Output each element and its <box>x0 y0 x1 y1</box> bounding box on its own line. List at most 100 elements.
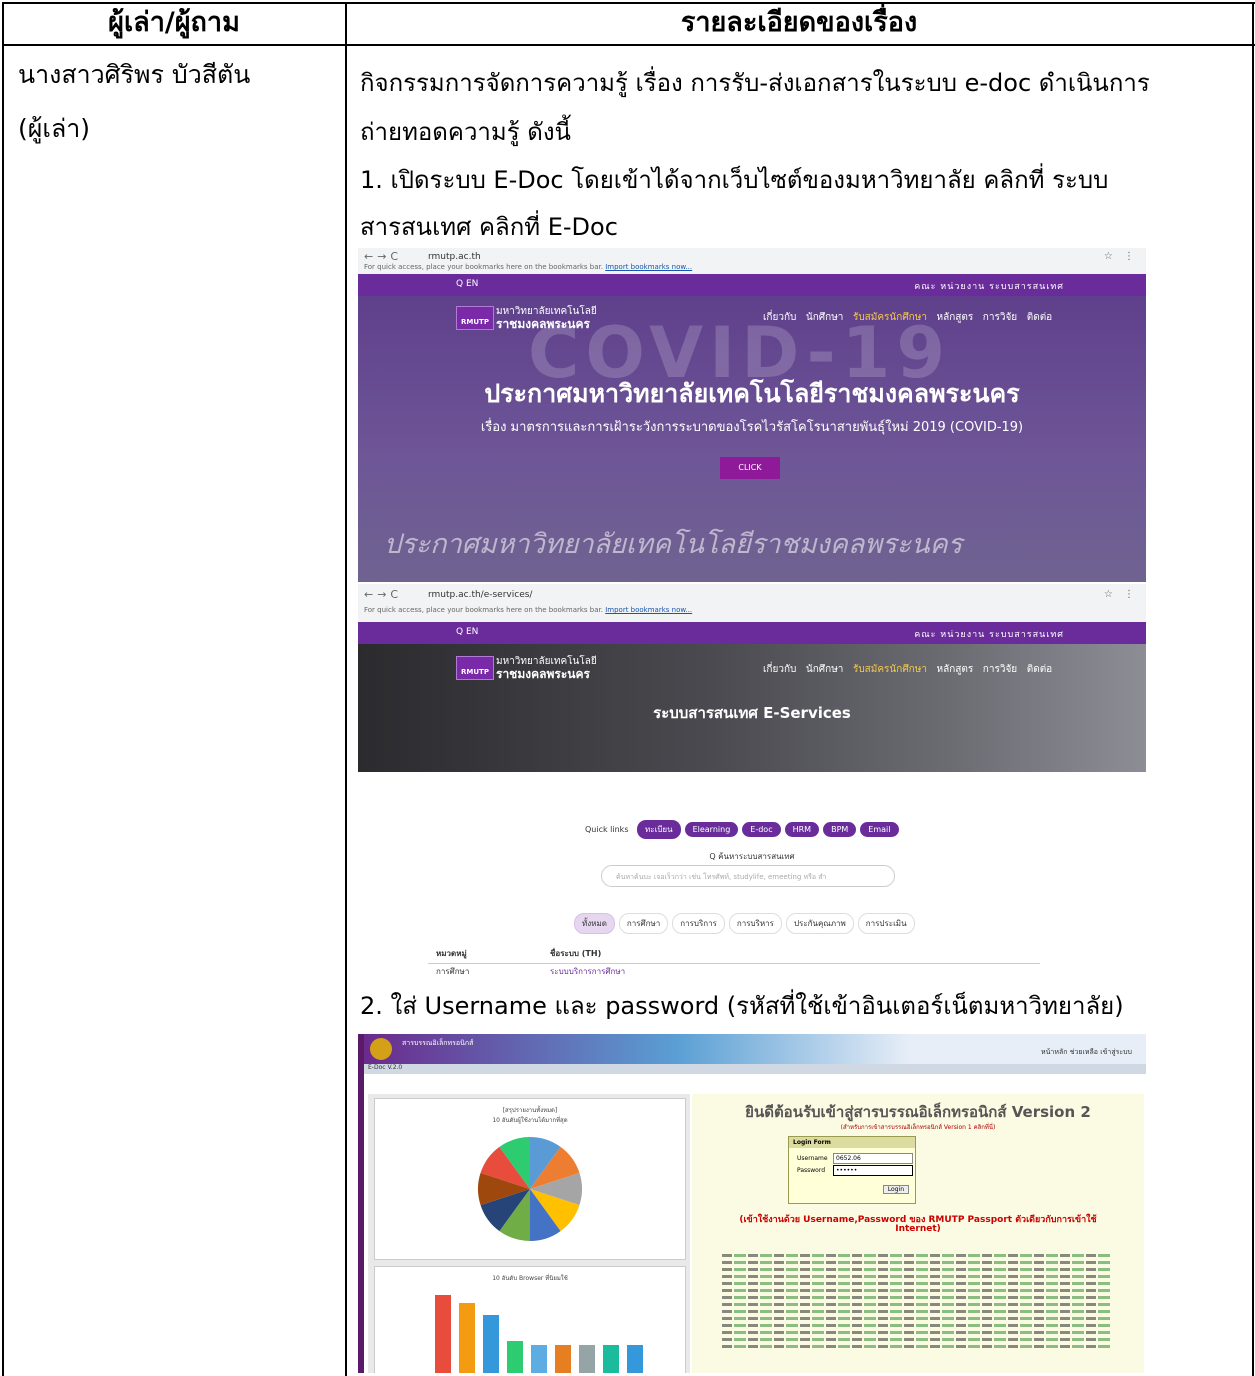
edoc-header-links[interactable]: หน้าหลัก ช่วยเหลือ เข้าสู่ระบบ <box>1041 1047 1132 1058</box>
search-lang-toggle[interactable]: Q EN <box>456 279 478 289</box>
header-narrator: ผู้เล่า/ผู้ถาม <box>108 7 240 38</box>
tab-evaluation[interactable]: การประเมิน <box>857 913 915 934</box>
systems-table: หมวดหมู่ ชื่อระบบ (TH) การศึกษา ระบบบริก… <box>428 945 1040 980</box>
browser-nav-icons[interactable]: ←→C <box>364 250 402 263</box>
browser-bar <box>627 1345 643 1373</box>
eservices-title: ระบบสารสนเทศ E-Services <box>653 704 851 722</box>
step-2-text: 2. ใส่ Username และ password (รหัสที่ใช้… <box>360 992 1124 1020</box>
nav2-admission[interactable]: รับสมัครนักศึกษา <box>853 664 927 675</box>
stats-panel: [สรุปรายงานทั้งหมด] 10 อันดับผู้ใช้งานได… <box>368 1094 690 1373</box>
quick-link-hrm[interactable]: HRM <box>784 822 820 837</box>
username-label: Username <box>797 1155 828 1162</box>
nav2-about[interactable]: เกี่ยวกับ <box>763 664 796 675</box>
filter-tabs: ทั้งหมด การศึกษา การบริการ การบริหาร ประกันค… <box>574 911 919 934</box>
tab-management[interactable]: การบริหาร <box>728 913 782 934</box>
site-topbar: Q EN คณะ หน่วยงาน ระบบสารสนเทศ <box>358 274 1146 296</box>
search-label: Q ค้นหาระบบสารสนเทศ <box>709 852 795 861</box>
browser-nav-icons-2[interactable]: ←→C <box>364 588 402 601</box>
extension-icons[interactable]: ☆ ⋮ <box>1104 251 1138 262</box>
tab-education[interactable]: การศึกษา <box>618 913 669 934</box>
system-search-input[interactable]: ค้นหาค้นบะ เจอเร็วกว่า เช่น โทรศัพท์, st… <box>601 865 895 887</box>
header-details: รายละเอียดของเรื่อง <box>680 7 918 38</box>
col-category[interactable]: หมวดหมู่ <box>436 945 467 963</box>
nav2-curriculum[interactable]: หลักสูตร <box>936 664 973 675</box>
table-right-border <box>1252 2 1254 1376</box>
welcome-text: ยินดีต้อนรับเข้าสู่สารบรรณอิเล็กทรอนิกส์… <box>745 1103 1091 1121</box>
browser-bar <box>555 1345 571 1373</box>
rmutp-logo: RMUTP <box>456 306 494 330</box>
login-note-line-2: Internet) <box>895 1224 941 1234</box>
bookmarks-bar-1: For quick access, place your bookmarks h… <box>364 263 693 271</box>
click-button[interactable]: CLICK <box>720 457 780 479</box>
row-category: การศึกษา <box>436 967 470 976</box>
header-divider <box>2 44 1255 46</box>
browser-bar <box>435 1295 451 1373</box>
quick-link-elearning[interactable]: Elearning <box>684 822 739 837</box>
quick-link-email[interactable]: Email <box>860 822 899 837</box>
narrator-role: (ผู้เล่า) <box>18 114 91 143</box>
bottom-headline: ประกาศมหาวิทยาลัยเทคโนโลยีราชมงคลพระนคร <box>384 529 963 560</box>
systems-table-header: หมวดหมู่ ชื่อระบบ (TH) <box>428 945 1040 964</box>
nav2-research[interactable]: การวิจัย <box>983 664 1017 675</box>
tab-all[interactable]: ทั้งหมด <box>574 913 615 934</box>
login-form-title: Login Form <box>789 1137 915 1148</box>
extension-icons-2[interactable]: ☆ ⋮ <box>1104 589 1138 600</box>
password-input[interactable]: •••••• <box>833 1165 913 1176</box>
tab-service[interactable]: การบริการ <box>672 913 725 934</box>
edoc-header: สารบรรณอิเล็กทรอนิกส์ หน้าหลัก ช่วยเหลือ… <box>364 1034 1146 1064</box>
rmutp-logo-2: RMUTP <box>456 656 494 680</box>
bar-chart-panel: 10 อันดับ Browser ที่นิยมใช้ <box>374 1266 686 1373</box>
tab-quality[interactable]: ประกันคุณภาพ <box>785 913 854 934</box>
nav-item-contact[interactable]: ติดต่อ <box>1027 312 1053 323</box>
login-panel: ยินดีต้อนรับเข้าสู่สารบรรณอิเล็กทรอนิกส์… <box>692 1094 1144 1373</box>
logo-text-2: มหาวิทยาลัยเทคโนโลยี ราชมงคลพระนคร <box>496 656 597 681</box>
browser-bar <box>483 1315 499 1373</box>
university-seal-icon <box>370 1038 392 1060</box>
quick-link-registrar[interactable]: ทะเบียน <box>637 820 681 839</box>
login-form: Login Form Username 0652.06 Password •••… <box>788 1136 916 1204</box>
browser-bar <box>531 1345 547 1373</box>
paragraph-line-1: กิจกรรมการจัดการความรู้ เรื่อง การรับ-ส่… <box>360 69 1150 97</box>
main-nav-2: เกี่ยวกับ นักศึกษา รับสมัครนักศึกษา หลัก… <box>763 662 1052 677</box>
address-bar-1[interactable]: rmutp.ac.th <box>428 252 481 262</box>
bookmarks-bar-2: For quick access, place your bookmarks h… <box>364 606 693 614</box>
edoc-header-title: สารบรรณอิเล็กทรอนิกส์ <box>402 1039 474 1047</box>
username-input[interactable]: 0652.06 <box>833 1153 913 1164</box>
quick-link-bpm[interactable]: BPM <box>823 822 857 837</box>
announcement-headline: ประกาศมหาวิทยาลัยเทคโนโลยีราชมงคลพระนคร <box>484 379 1020 408</box>
eservices-hero: RMUTP มหาวิทยาลัยเทคโนโลยี ราชมงคลพระนคร… <box>358 644 1146 772</box>
address-bar-2[interactable]: rmutp.ac.th/e-services/ <box>428 590 532 600</box>
paragraph-line-2: ถ่ายทอดความรู้ ดังนี้ <box>360 118 571 146</box>
nav-item-research[interactable]: การวิจัย <box>983 312 1017 323</box>
version-tab[interactable]: E-Doc V.2.0 <box>368 1064 402 1071</box>
col-system[interactable]: ชื่อระบบ (TH) <box>550 945 601 963</box>
table-row[interactable]: การศึกษา ระบบบริการการศึกษา <box>428 964 1040 980</box>
screenshot-edoc-login: สารบรรณอิเล็กทรอนิกส์ หน้าหลัก ช่วยเหลือ… <box>358 1034 1146 1373</box>
screenshot-eservices: Q EN คณะ หน่วยงาน ระบบสารสนเทศ RMUTP มหา… <box>358 622 1146 980</box>
browser-chrome-2: ←→C rmutp.ac.th/e-services/ ☆ ⋮ For quic… <box>358 584 1146 623</box>
nav2-students[interactable]: นักศึกษา <box>806 664 844 675</box>
top-links-2[interactable]: คณะ หน่วยงาน ระบบสารสนเทศ <box>914 627 1064 641</box>
quick-links-row: Quick links ทะเบียน Elearning E-doc HRM BPM E… <box>585 820 903 839</box>
nav2-contact[interactable]: ติดต่อ <box>1027 664 1053 675</box>
browser-bar <box>459 1303 475 1373</box>
step-1-line-2: สารสนเทศ คลิกที่ E-Doc <box>360 213 618 241</box>
announcement-subline: เรื่อง มาตรการและการเฝ้าระวังการระบาดของ… <box>480 420 1024 435</box>
browser-bar <box>579 1345 595 1373</box>
top-links[interactable]: คณะ หน่วยงาน ระบบสารสนเทศ <box>914 279 1064 293</box>
quick-link-edoc[interactable]: E-doc <box>742 822 781 837</box>
search-lang-toggle-2[interactable]: Q EN <box>456 627 478 637</box>
bar-chart-title: 10 อันดับ Browser ที่นิยมใช้ <box>492 1275 568 1282</box>
row-system[interactable]: ระบบบริการการศึกษา <box>550 964 625 980</box>
welcome-sub[interactable]: (สำหรับการเข้าสารบรรณอิเล็กทรอนิกส์ Vers… <box>692 1122 1144 1132</box>
pie-chart <box>478 1137 582 1241</box>
column-divider <box>345 2 347 1376</box>
step-1-line-1: 1. เปิดระบบ E-Doc โดยเข้าได้จากเว็บไซต์ข… <box>360 166 1109 194</box>
online-users-list <box>722 1254 1112 1352</box>
bar-chart <box>435 1295 643 1373</box>
screenshot-homepage: Q EN คณะ หน่วยงาน ระบบสารสนเทศ RMUTP มหา… <box>358 274 1146 582</box>
browser-bar <box>603 1345 619 1373</box>
quick-links-label: Quick links <box>585 825 629 834</box>
browser-bar <box>507 1341 523 1373</box>
login-button[interactable]: Login <box>882 1185 909 1194</box>
